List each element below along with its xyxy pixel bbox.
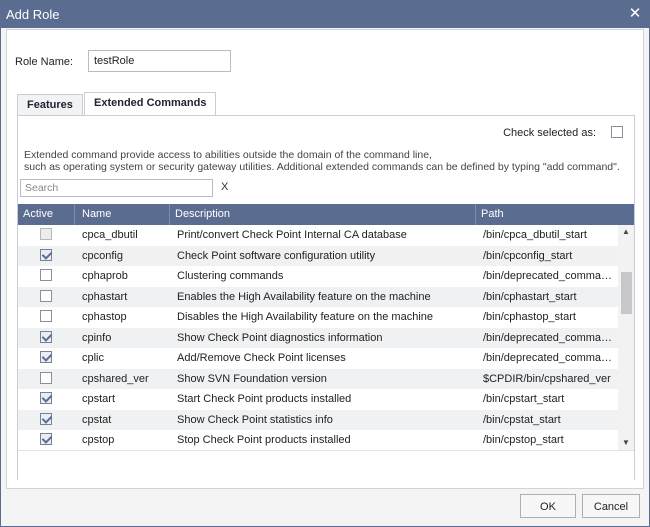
command-description: Show SVN Foundation version (177, 372, 327, 385)
table-row[interactable]: cplic Add/Remove Check Point licenses/bin… (18, 348, 618, 369)
table-row[interactable]: cpstat Show Check Point statistics info/b… (18, 409, 618, 431)
command-name: cpca_dbutil (82, 229, 138, 241)
command-description: Show Check Point diagnostics information (177, 331, 383, 344)
scroll-thumb[interactable] (621, 272, 632, 314)
search-input[interactable] (20, 179, 213, 197)
active-checkbox[interactable] (40, 351, 52, 364)
command-path: /bin/cpca_dbutil_start (483, 229, 587, 241)
active-checkbox[interactable] (40, 433, 52, 446)
cancel-button[interactable]: Cancel (582, 494, 640, 518)
command-path: /bin/deprecated_comman... (483, 352, 616, 364)
table-row[interactable]: cpca_dbutil Print/convert Check Point Int… (18, 225, 618, 246)
role-name-input[interactable] (88, 50, 231, 72)
command-name: cphastart (82, 290, 128, 303)
command-description: Start Check Point products installed (177, 393, 352, 405)
active-checkbox[interactable] (40, 412, 52, 425)
column-header-active[interactable]: Active (18, 204, 75, 225)
command-name: cpstat (82, 413, 112, 426)
table-scrollbar[interactable]: ▲ ▼ (618, 225, 634, 450)
column-header-path[interactable]: Path (476, 204, 618, 225)
info-line-1: Extended command provide access to abili… (24, 149, 432, 161)
command-name: cpstop (82, 434, 115, 446)
command-name: cphastop (82, 311, 127, 323)
active-checkbox (40, 228, 52, 241)
dialog-title: Add Role (6, 7, 60, 22)
extended-commands-panel: Check selected as: Extended command prov… (17, 115, 635, 480)
active-cell (40, 287, 70, 308)
table-bottom-area (18, 450, 634, 480)
table-header: Active Name Description Path (18, 204, 634, 225)
active-checkbox[interactable] (40, 392, 52, 405)
command-description: Add/Remove Check Point licenses (177, 352, 346, 364)
scroll-up-icon[interactable]: ▲ (618, 225, 634, 239)
dialog-footer: OK Cancel (1, 490, 649, 526)
add-role-dialog: Add Role ✕ Role Name: Features Extended … (0, 0, 650, 527)
column-header-description[interactable]: Description (170, 204, 476, 225)
command-name: cplic (82, 352, 105, 364)
command-path: /bin/cphastart_start (483, 290, 577, 303)
command-description: Stop Check Point products installed (177, 434, 351, 446)
active-checkbox[interactable] (40, 330, 52, 343)
active-checkbox[interactable] (40, 248, 52, 261)
command-path: /bin/deprecated_comman... (483, 270, 616, 282)
command-path: /bin/cpstart_start (483, 393, 565, 405)
active-cell (40, 369, 70, 390)
command-description: Check Point software configuration utili… (177, 249, 376, 262)
table-row[interactable]: cpstop Stop Check Point products installe… (18, 430, 618, 450)
tab-extended-commands[interactable]: Extended Commands (84, 92, 217, 116)
table-body: cpca_dbutil Print/convert Check Point Int… (18, 225, 618, 450)
table-row[interactable]: cphastart Enables the High Availability f… (18, 286, 618, 308)
command-description: Disables the High Availability feature o… (177, 311, 434, 323)
title-bar[interactable]: Add Role ✕ (1, 1, 649, 28)
active-cell (40, 389, 70, 410)
scroll-down-icon[interactable]: ▼ (618, 436, 634, 450)
info-text: Extended command provide access to abili… (24, 149, 628, 173)
command-description: Print/convert Check Point Internal CA da… (177, 229, 407, 241)
close-icon[interactable]: ✕ (627, 5, 643, 23)
ok-button[interactable]: OK (520, 494, 576, 518)
column-header-name[interactable]: Name (75, 204, 170, 225)
active-cell (40, 246, 70, 267)
table-row[interactable]: cpconfig Check Point software configurati… (18, 245, 618, 267)
command-path: $CPDIR/bin/cpshared_ver (483, 372, 611, 385)
command-name: cphaprob (82, 270, 128, 282)
command-path: /bin/cpstat_start (483, 413, 561, 426)
command-path: /bin/deprecated_comman... (483, 331, 616, 344)
active-checkbox[interactable] (40, 269, 52, 282)
active-cell (40, 328, 70, 349)
role-name-label: Role Name: (15, 56, 74, 68)
command-description: Show Check Point statistics info (177, 413, 333, 426)
active-cell (40, 307, 70, 328)
dialog-content: Role Name: Features Extended Commands Ch… (6, 29, 644, 489)
active-cell (40, 225, 70, 246)
active-checkbox[interactable] (40, 371, 52, 384)
command-path: /bin/cpstop_start (483, 434, 564, 446)
tab-features[interactable]: Features (17, 94, 83, 115)
clear-search-button[interactable]: X (221, 181, 228, 193)
table-row[interactable]: cpshared_ver Show SVN Foundation version $… (18, 368, 618, 390)
active-checkbox[interactable] (40, 310, 52, 323)
command-description: Clustering commands (177, 270, 284, 282)
check-selected-checkbox[interactable] (611, 126, 623, 138)
active-cell (40, 348, 70, 369)
check-selected-label: Check selected as: (503, 127, 596, 139)
command-description: Enables the High Availability feature on… (177, 290, 431, 303)
info-line-2: such as operating system or security gat… (24, 161, 620, 173)
active-cell (40, 266, 70, 287)
command-path: /bin/cphastop_start (483, 311, 576, 323)
command-name: cpconfig (82, 249, 123, 262)
command-path: /bin/cpconfig_start (483, 249, 573, 262)
table-row[interactable]: cphastop Disables the High Availability f… (18, 307, 618, 328)
active-cell (40, 410, 70, 431)
command-name: cpstart (82, 393, 116, 405)
table-row[interactable]: cpstart Start Check Point products instal… (18, 389, 618, 410)
table-row[interactable]: cphaprob Clustering commands/bin/deprecat… (18, 266, 618, 287)
table-row[interactable]: cpinfo Show Check Point diagnostics infor… (18, 327, 618, 349)
active-checkbox[interactable] (40, 289, 52, 302)
active-cell (40, 430, 70, 450)
command-name: cpinfo (82, 331, 112, 344)
command-name: cpshared_ver (82, 372, 149, 385)
